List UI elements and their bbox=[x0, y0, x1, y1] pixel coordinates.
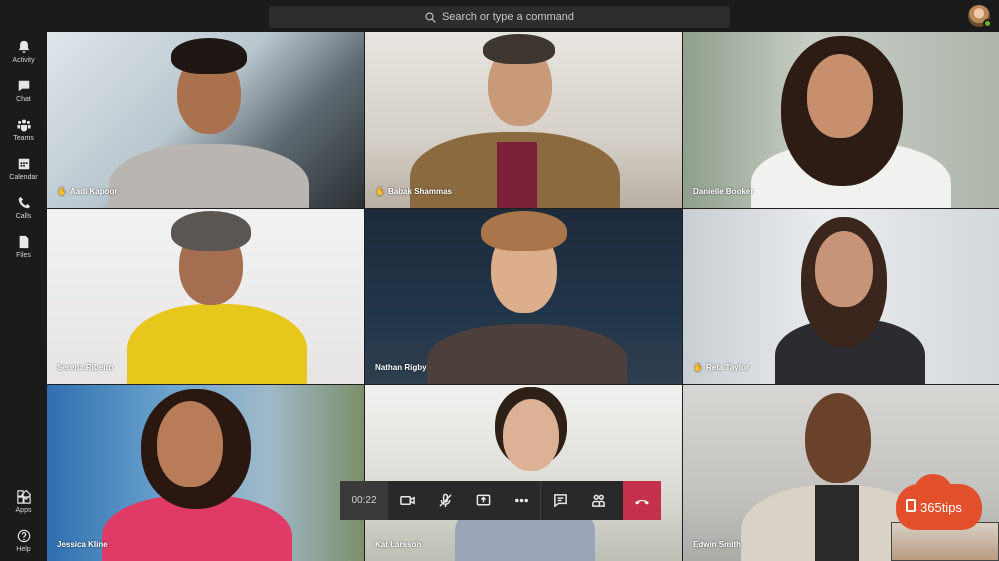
rail-item-label: Calendar bbox=[9, 174, 38, 181]
rail-item-label: Calls bbox=[15, 213, 32, 220]
show-conversation-button[interactable] bbox=[541, 481, 579, 520]
participants-icon bbox=[591, 494, 605, 507]
file-icon bbox=[19, 235, 28, 249]
participant-name-tag: Serena Ribeiro bbox=[57, 363, 114, 372]
hang-up-button[interactable] bbox=[623, 481, 661, 520]
video-tile[interactable]: Nathan Rigby bbox=[365, 209, 682, 384]
participant-name-tag: ✋ Aadi Kapoor bbox=[57, 187, 118, 196]
mic-muted-icon bbox=[438, 493, 452, 508]
video-tile[interactable]: Serena Ribeiro bbox=[47, 209, 364, 384]
participant-name-tag: Nathan Rigby bbox=[375, 363, 427, 372]
rail-item-apps[interactable]: Apps bbox=[0, 490, 47, 528]
phone-icon bbox=[18, 196, 30, 209]
teams-meeting-window: Search or type a command Activity Chat T… bbox=[0, 0, 999, 561]
hang-up-icon bbox=[635, 499, 649, 504]
video-tile[interactable]: Jessica Kline bbox=[47, 385, 364, 561]
raised-hand-icon: ✋ bbox=[57, 187, 67, 196]
rail-item-files[interactable]: Files bbox=[0, 235, 47, 273]
presence-available-icon bbox=[983, 19, 992, 28]
rail-item-calendar[interactable]: Calendar bbox=[0, 157, 47, 195]
watermark-text: 365tips bbox=[920, 500, 962, 515]
more-options-button[interactable] bbox=[502, 481, 540, 520]
raised-hand-icon: ✋ bbox=[375, 187, 385, 196]
rail-item-label: Help bbox=[16, 546, 31, 553]
video-tile[interactable]: ✋ Babak Shammas bbox=[365, 32, 682, 208]
top-bar: Search or type a command bbox=[0, 0, 999, 32]
user-avatar[interactable] bbox=[968, 5, 992, 28]
more-icon bbox=[514, 498, 528, 503]
help-icon bbox=[17, 529, 30, 543]
chat-icon bbox=[553, 494, 567, 508]
participant-name-tag: Danielle Booker bbox=[693, 187, 754, 196]
video-tile[interactable]: Danielle Booker bbox=[683, 32, 999, 208]
participant-name-tag: Edwin Smith bbox=[693, 540, 741, 549]
call-controls-bar: 00:22 bbox=[340, 481, 661, 520]
video-tile[interactable]: ✋ Aadi Kapoor bbox=[47, 32, 364, 208]
rail-item-help[interactable]: Help bbox=[0, 529, 47, 561]
rail-item-chat[interactable]: Chat bbox=[0, 79, 47, 117]
rail-item-activity[interactable]: Activity bbox=[0, 40, 47, 78]
office-logo-icon bbox=[906, 499, 916, 512]
rail-item-label: Activity bbox=[12, 57, 35, 64]
mute-button[interactable] bbox=[426, 481, 464, 520]
chat-icon bbox=[18, 80, 29, 92]
rail-item-label: Apps bbox=[15, 507, 32, 514]
apps-icon bbox=[16, 490, 31, 504]
raised-hand-icon: ✋ bbox=[693, 363, 703, 372]
camera-button[interactable] bbox=[388, 481, 426, 520]
video-tile[interactable]: Kat Larsson bbox=[365, 385, 682, 561]
show-participants-button[interactable] bbox=[579, 481, 617, 520]
participant-name-tag: Jessica Kline bbox=[57, 540, 108, 549]
rail-item-label: Chat bbox=[16, 96, 31, 103]
rail-item-calls[interactable]: Calls bbox=[0, 196, 47, 234]
rail-item-label: Files bbox=[16, 252, 31, 259]
teams-icon bbox=[16, 119, 31, 132]
brand-watermark: 365tips bbox=[896, 474, 982, 530]
call-timer: 00:22 bbox=[340, 481, 388, 520]
search-box[interactable]: Search or type a command bbox=[269, 6, 730, 28]
share-screen-icon bbox=[476, 494, 490, 506]
app-rail: Activity Chat Teams Calendar Calls Files… bbox=[0, 32, 47, 561]
video-tile[interactable]: ✋ Reta Taylor bbox=[683, 209, 999, 384]
participant-name-tag: Kat Larsson bbox=[375, 540, 422, 549]
calendar-icon bbox=[18, 158, 29, 170]
search-icon bbox=[425, 11, 436, 23]
bell-icon bbox=[18, 40, 29, 53]
rail-item-teams[interactable]: Teams bbox=[0, 118, 47, 156]
rail-item-label: Teams bbox=[13, 135, 34, 142]
search-placeholder: Search or type a command bbox=[441, 11, 575, 23]
participant-name-tag: ✋ Babak Shammas bbox=[375, 187, 452, 196]
camera-icon bbox=[399, 496, 415, 505]
share-screen-button[interactable] bbox=[464, 481, 502, 520]
participant-name-tag: ✋ Reta Taylor bbox=[693, 363, 749, 372]
